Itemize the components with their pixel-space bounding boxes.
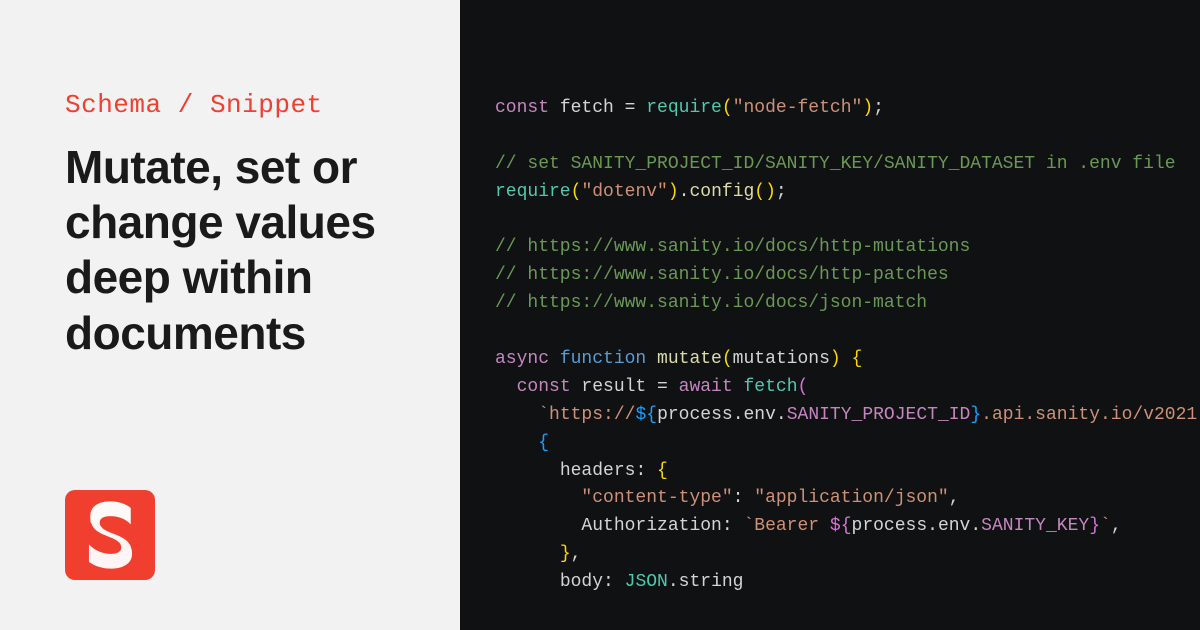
code-block: const fetch = require("node-fetch"); // … [495,95,1200,597]
code-semi: ; [776,182,787,202]
code-indent [495,544,560,564]
code-comment: // https://www.sanity.io/docs/http-mutat… [495,237,970,257]
code-indent [495,488,581,508]
page-title: Mutate, set or change values deep within… [65,140,410,361]
code-obj: process [657,405,733,425]
code-keyword: await [679,377,733,397]
code-string: "node-fetch" [733,98,863,118]
code-paren: () [754,182,776,202]
code-keyword: async [495,349,549,369]
code-const: SANITY_KEY [981,516,1089,536]
code-comma: , [1111,516,1122,536]
code-op: = [625,98,647,118]
code-comma: , [949,488,960,508]
code-tmpl: } [1089,516,1100,536]
code-var: fetch [549,98,625,118]
code-indent [495,377,517,397]
code-tick: ` [743,516,754,536]
code-string: "dotenv" [581,182,667,202]
code-indent [495,433,538,453]
code-comment: // https://www.sanity.io/docs/http-patch… [495,265,949,285]
code-url: .api.sanity.io/v2021-06-07/data/mu [981,405,1200,425]
code-prop: env [744,405,776,425]
code-url: https:// [549,405,635,425]
code-tmpl: } [970,405,981,425]
code-tmpl: ${ [830,516,852,536]
code-val: "application/json" [754,488,948,508]
code-var: result [571,377,657,397]
code-const: SANITY_PROJECT_ID [787,405,971,425]
code-prop: env [938,516,970,536]
code-prop: Authorization [581,516,721,536]
code-indent [495,405,538,425]
code-tick: ` [538,405,549,425]
code-dot: . [733,405,744,425]
code-dot: . [927,516,938,536]
code-fn: fetch [743,377,797,397]
breadcrumb-separator: / [162,90,210,120]
code-str: Bearer [754,516,830,536]
code-key: "content-type" [581,488,732,508]
code-paren: ( [798,377,809,397]
left-panel: Schema / Snippet Mutate, set or change v… [0,0,460,630]
code-tick: ` [1100,516,1111,536]
code-paren: ( [722,98,733,118]
code-colon: : [733,488,755,508]
code-keyword: const [517,377,571,397]
breadcrumb: Schema / Snippet [65,90,410,120]
code-brace: { [538,433,549,453]
code-prop: body [560,572,603,592]
code-paren: ) [668,182,679,202]
code-obj: process [852,516,928,536]
code-paren: ( [722,349,733,369]
code-fn: config [689,182,754,202]
code-dot: . [776,405,787,425]
code-dot: . [668,572,679,592]
code-indent [495,572,560,592]
code-fn: require [495,182,571,202]
code-indent [495,461,560,481]
breadcrumb-type: Snippet [210,90,323,120]
code-brace: { [657,461,668,481]
code-fn: require [646,98,722,118]
code-prop: headers [560,461,636,481]
code-indent [495,516,581,536]
code-method: string [679,572,744,592]
code-paren: ) [830,349,852,369]
code-tmpl: ${ [635,405,657,425]
code-comma: , [571,544,582,564]
sanity-logo-icon [83,500,138,570]
breadcrumb-category: Schema [65,90,162,120]
code-colon: : [635,461,657,481]
code-brace: { [852,349,863,369]
code-param: mutations [733,349,830,369]
code-keyword: const [495,98,549,118]
code-paren: ( [571,182,582,202]
code-paren: ) [862,98,873,118]
code-dot: . [679,182,690,202]
code-semi: ; [873,98,884,118]
code-class: JSON [625,572,668,592]
code-fn-name: mutate [657,349,722,369]
code-sp [733,377,744,397]
code-dot: . [970,516,981,536]
code-colon: : [722,516,744,536]
code-comment: // set SANITY_PROJECT_ID/SANITY_KEY/SANI… [495,154,1176,174]
code-colon: : [603,572,625,592]
sanity-logo [65,490,155,580]
code-panel: const fetch = require("node-fetch"); // … [460,0,1200,630]
code-op: = [657,377,679,397]
code-comment: // https://www.sanity.io/docs/json-match [495,293,927,313]
code-brace: } [560,544,571,564]
code-keyword: function [549,349,657,369]
